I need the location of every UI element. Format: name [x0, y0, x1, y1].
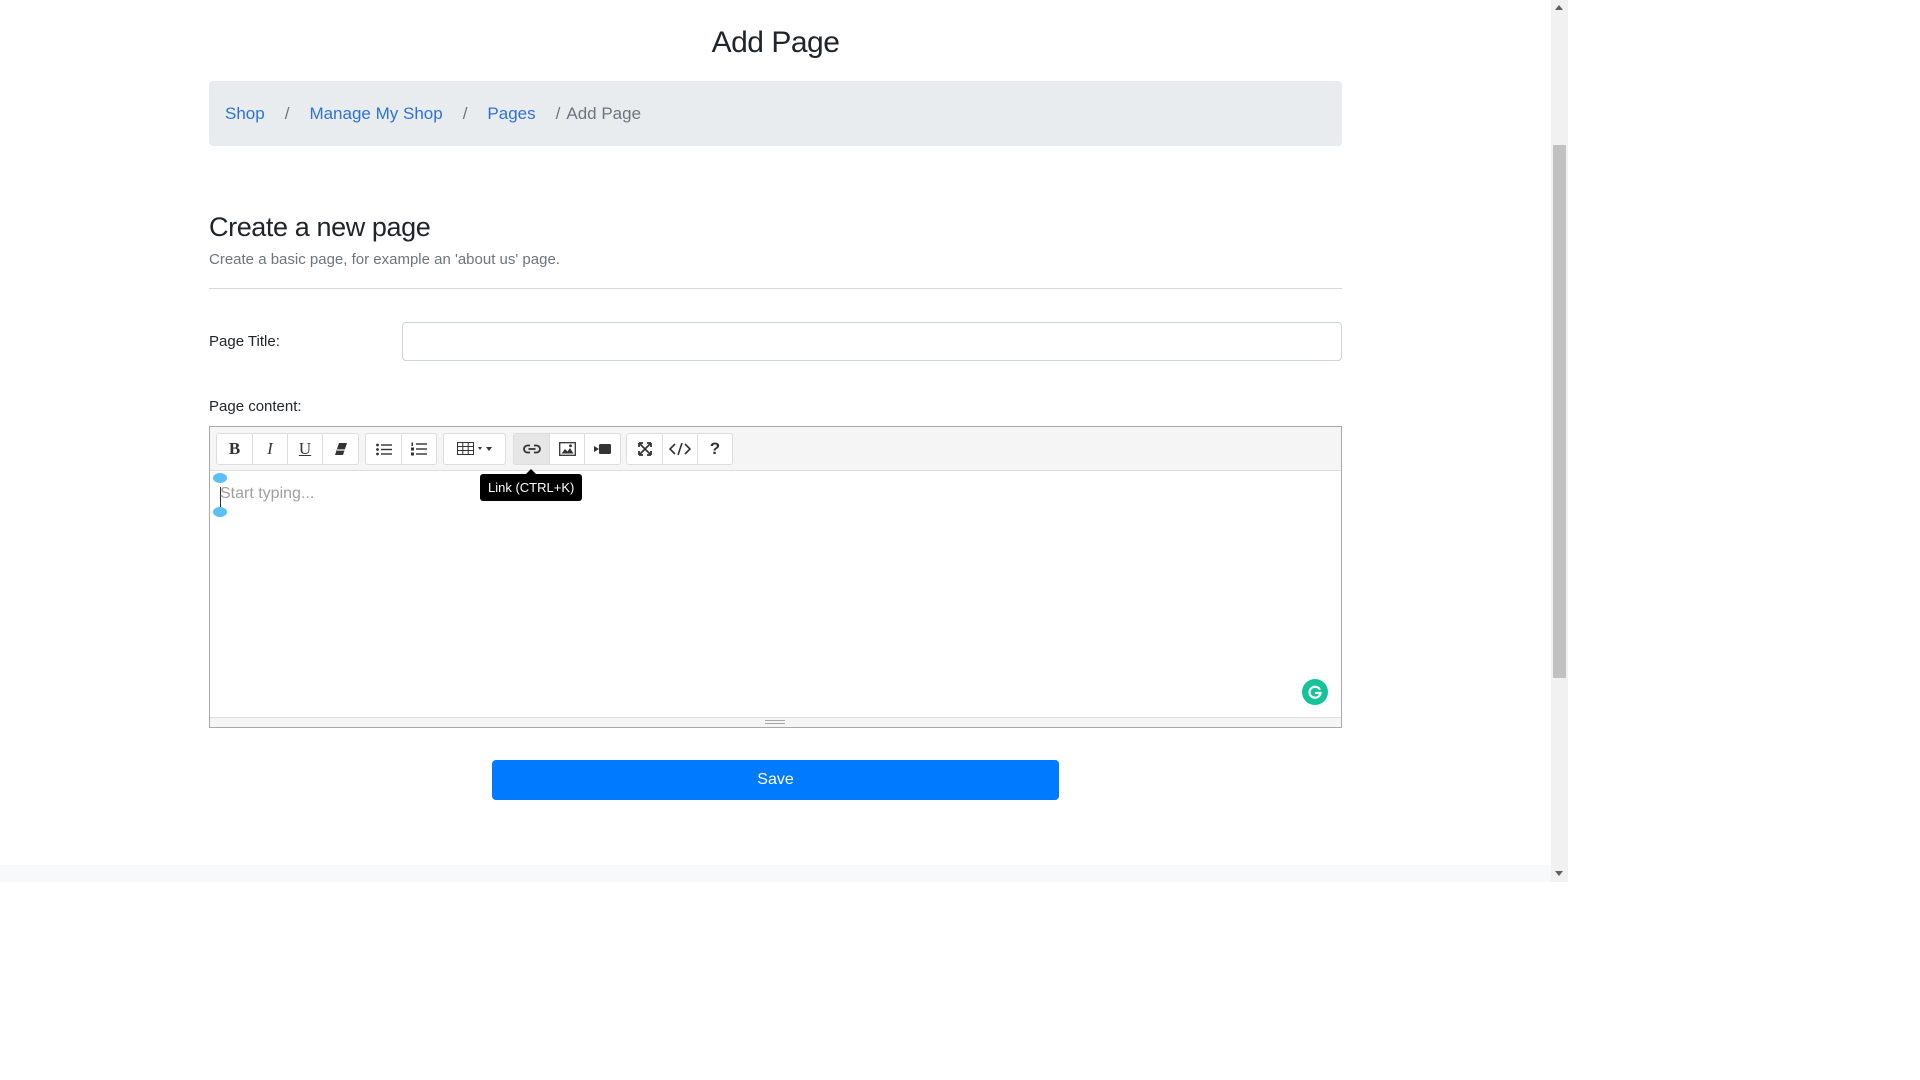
- breadcrumb-link-pages[interactable]: Pages: [487, 104, 535, 124]
- section-divider: [209, 288, 1342, 289]
- breadcrumb: Shop / Manage My Shop / Pages / Add Page: [209, 81, 1342, 146]
- fullscreen-icon: [637, 442, 652, 456]
- video-icon: [594, 443, 611, 455]
- grammarly-icon[interactable]: [1302, 679, 1328, 705]
- ordered-list-icon: [411, 442, 427, 456]
- editor-statusbar: [210, 717, 1341, 727]
- save-button[interactable]: Save: [492, 760, 1059, 800]
- page-content-label: Page content:: [209, 398, 302, 415]
- bold-icon: B: [228, 439, 241, 458]
- breadcrumb-link-manage-my-shop[interactable]: Manage My Shop: [309, 104, 442, 124]
- section-title: Create a new page: [209, 212, 431, 242]
- insert-group: [513, 433, 621, 465]
- breadcrumb-separator: /: [284, 103, 290, 123]
- link-tooltip: Link (CTRL+K): [480, 469, 583, 501]
- resize-handle-icon[interactable]: [765, 720, 785, 724]
- font-style-group: B I U: [216, 433, 359, 465]
- italic-icon: I: [267, 439, 273, 458]
- scroll-down-icon[interactable]: [1555, 871, 1563, 876]
- view-group: ?: [626, 433, 733, 465]
- bold-button[interactable]: B: [216, 433, 253, 465]
- video-button[interactable]: [584, 433, 621, 465]
- underline-button[interactable]: U: [287, 433, 323, 465]
- page-heading: Add Page: [711, 26, 840, 59]
- scrollbar-thumb[interactable]: [1553, 145, 1566, 678]
- editor-toolbar: B I U ?: [210, 427, 1341, 471]
- breadcrumb-current: Add Page: [566, 103, 642, 123]
- ordered-list-button[interactable]: [401, 433, 437, 465]
- vertical-scrollbar[interactable]: [1551, 0, 1568, 882]
- clear-format-button[interactable]: [322, 433, 359, 465]
- picture-icon: [558, 442, 576, 456]
- list-group: [365, 433, 437, 465]
- page: Add Page Shop / Manage My Shop / Pages /…: [0, 0, 1551, 882]
- breadcrumb-separator: /: [462, 103, 468, 123]
- table-icon: [456, 442, 493, 456]
- eraser-icon: [334, 442, 348, 456]
- table-group: [443, 433, 506, 465]
- text-caret: [220, 487, 221, 507]
- editor-placeholder[interactable]: Start typing...: [220, 485, 314, 503]
- help-icon: ?: [709, 439, 721, 458]
- rich-text-editor: B I U ? Link (CTRL+K) Start typing...: [209, 426, 1342, 728]
- unordered-list-icon: [375, 443, 392, 456]
- footer: [0, 865, 1551, 882]
- link-icon: [522, 444, 541, 454]
- selection-handle-top[interactable]: [213, 473, 227, 483]
- table-dropdown-button[interactable]: [443, 433, 506, 465]
- italic-button[interactable]: I: [252, 433, 288, 465]
- help-button[interactable]: ?: [697, 433, 733, 465]
- section-subtitle: Create a basic page, for example an 'abo…: [209, 251, 560, 268]
- breadcrumb-separator: /: [555, 103, 561, 123]
- fullscreen-button[interactable]: [626, 433, 663, 465]
- unordered-list-button[interactable]: [365, 433, 402, 465]
- scroll-up-icon[interactable]: [1555, 5, 1563, 10]
- picture-button[interactable]: [549, 433, 585, 465]
- code-view-icon: [669, 442, 691, 456]
- breadcrumb-link-shop[interactable]: Shop: [225, 104, 265, 124]
- page-title-label: Page Title:: [209, 333, 280, 350]
- link-button[interactable]: [513, 433, 550, 465]
- selection-handle-bottom[interactable]: [213, 507, 227, 517]
- code-view-button[interactable]: [662, 433, 698, 465]
- underline-icon: U: [298, 439, 312, 458]
- page-title-input[interactable]: [402, 322, 1342, 361]
